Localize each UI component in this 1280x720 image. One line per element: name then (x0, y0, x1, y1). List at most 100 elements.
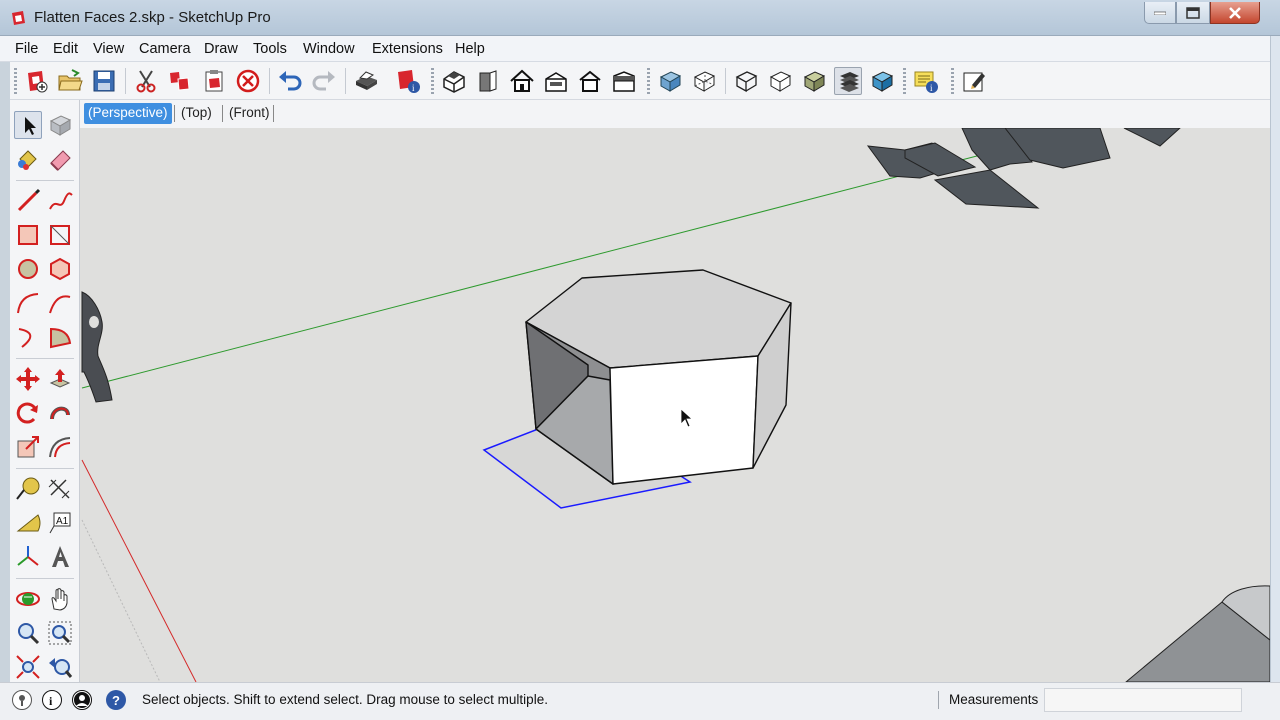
menu-help[interactable]: Help (455, 41, 485, 57)
undo-icon[interactable] (276, 67, 304, 95)
menu-view[interactable]: View (93, 41, 124, 57)
polygon-icon[interactable] (46, 255, 74, 283)
scale-figure (81, 291, 113, 403)
pie-icon[interactable] (46, 323, 74, 351)
make-component-icon[interactable] (46, 111, 74, 139)
freehand-icon[interactable] (46, 187, 74, 215)
close-button[interactable] (1210, 2, 1260, 24)
two-point-arc-icon[interactable] (46, 289, 74, 317)
circle-icon[interactable] (14, 255, 42, 283)
status-bar: i ? Select objects. Shift to extend sele… (0, 682, 1280, 720)
red-axis (81, 459, 197, 682)
three-point-arc-icon[interactable] (14, 323, 42, 351)
model-info-icon[interactable]: i (394, 67, 422, 95)
zoom-icon[interactable] (14, 619, 42, 647)
wireframe-icon[interactable] (732, 67, 760, 95)
cut-icon[interactable] (132, 67, 160, 95)
maximize-button[interactable] (1176, 2, 1210, 24)
toolbar-grip[interactable] (903, 68, 906, 94)
open-file-icon[interactable] (56, 67, 84, 95)
3d-text-icon[interactable] (46, 543, 74, 571)
move-icon[interactable] (14, 365, 42, 393)
sketchup-logo-icon (12, 11, 25, 25)
rotate-icon[interactable] (14, 399, 42, 427)
tape-measure-icon[interactable] (14, 475, 42, 503)
credits-icon[interactable]: i (42, 690, 62, 710)
top-view-icon[interactable] (508, 67, 536, 95)
offset-icon[interactable] (46, 433, 74, 461)
rotated-rectangle-icon[interactable] (46, 221, 74, 249)
scene-tab-perspective[interactable]: (Perspective) (84, 103, 172, 124)
paint-bucket-icon[interactable] (14, 145, 42, 173)
redo-icon[interactable] (310, 67, 338, 95)
axes-icon[interactable] (14, 543, 42, 571)
save-icon[interactable] (90, 67, 118, 95)
scene-tab-top[interactable]: (Top) (177, 103, 216, 124)
sign-in-icon[interactable] (72, 690, 92, 710)
geo-location-icon[interactable] (12, 690, 32, 710)
iso-view-icon[interactable] (440, 67, 468, 95)
orbit-icon[interactable] (14, 585, 42, 613)
right-view-icon[interactable] (542, 67, 570, 95)
scene-tab-front[interactable]: (Front) (225, 103, 274, 124)
select-tool-icon[interactable] (14, 111, 42, 139)
toolbar-grip[interactable] (951, 68, 954, 94)
pan-icon[interactable] (46, 585, 74, 613)
menu-tools[interactable]: Tools (253, 41, 287, 57)
title-bar: Flatten Faces 2.skp - SketchUp Pro (0, 0, 1280, 36)
arc-icon[interactable] (14, 289, 42, 317)
palette-separator (16, 358, 74, 359)
back-view-icon[interactable] (576, 67, 604, 95)
line-tool-icon[interactable] (14, 187, 42, 215)
front-view-icon[interactable] (474, 67, 502, 95)
svg-text:?: ? (112, 693, 120, 708)
xray-icon[interactable] (656, 67, 684, 95)
dimension-icon[interactable] (46, 475, 74, 503)
menu-extensions[interactable]: Extensions (372, 41, 443, 57)
minimize-icon (1154, 11, 1166, 15)
rectangle-icon[interactable] (14, 221, 42, 249)
menu-draw[interactable]: Draw (204, 41, 238, 57)
push-pull-icon[interactable] (46, 365, 74, 393)
tips-icon[interactable]: i (912, 67, 940, 95)
monochrome-icon[interactable] (868, 67, 896, 95)
paste-icon[interactable] (200, 67, 228, 95)
hidden-line-icon[interactable] (766, 67, 794, 95)
scale-icon[interactable] (14, 433, 42, 461)
palette-separator (16, 180, 74, 181)
erase-icon[interactable] (234, 67, 262, 95)
previous-view-icon[interactable] (46, 653, 74, 681)
toolbar-separator (125, 68, 126, 94)
shaded-icon[interactable] (800, 67, 828, 95)
instructor-help-icon[interactable]: ? (106, 690, 126, 710)
toolbar-separator (345, 68, 346, 94)
measurements-input[interactable] (1044, 688, 1242, 712)
menu-window[interactable]: Window (303, 41, 355, 57)
zoom-window-icon[interactable] (46, 619, 74, 647)
protractor-icon[interactable] (14, 509, 42, 537)
extension-icon[interactable] (960, 67, 988, 95)
shaded-textures-icon[interactable] (834, 67, 862, 95)
text-tool-icon[interactable]: A1 (46, 509, 74, 537)
new-file-icon[interactable] (22, 67, 50, 95)
copy-icon[interactable] (166, 67, 194, 95)
svg-text:A1: A1 (56, 516, 69, 527)
menu-edit[interactable]: Edit (53, 41, 78, 57)
eraser-icon[interactable] (46, 145, 74, 173)
close-icon (1229, 6, 1241, 19)
back-edges-icon[interactable] (690, 67, 718, 95)
zoom-extents-icon[interactable] (14, 653, 42, 681)
print-icon[interactable] (352, 67, 380, 95)
menu-bar: File Edit View Camera Draw Tools Window … (0, 36, 1280, 62)
left-view-icon[interactable] (610, 67, 638, 95)
cylinder-object (1125, 585, 1270, 682)
toolbar-grip[interactable] (431, 68, 434, 94)
toolbar-grip[interactable] (647, 68, 650, 94)
modeling-viewport[interactable] (80, 128, 1270, 682)
menu-camera[interactable]: Camera (139, 41, 191, 57)
minimize-button[interactable] (1144, 2, 1176, 24)
menu-file[interactable]: File (15, 41, 38, 57)
toolbar-grip[interactable] (14, 68, 17, 94)
palette-separator (16, 468, 74, 469)
follow-me-icon[interactable] (46, 399, 74, 427)
